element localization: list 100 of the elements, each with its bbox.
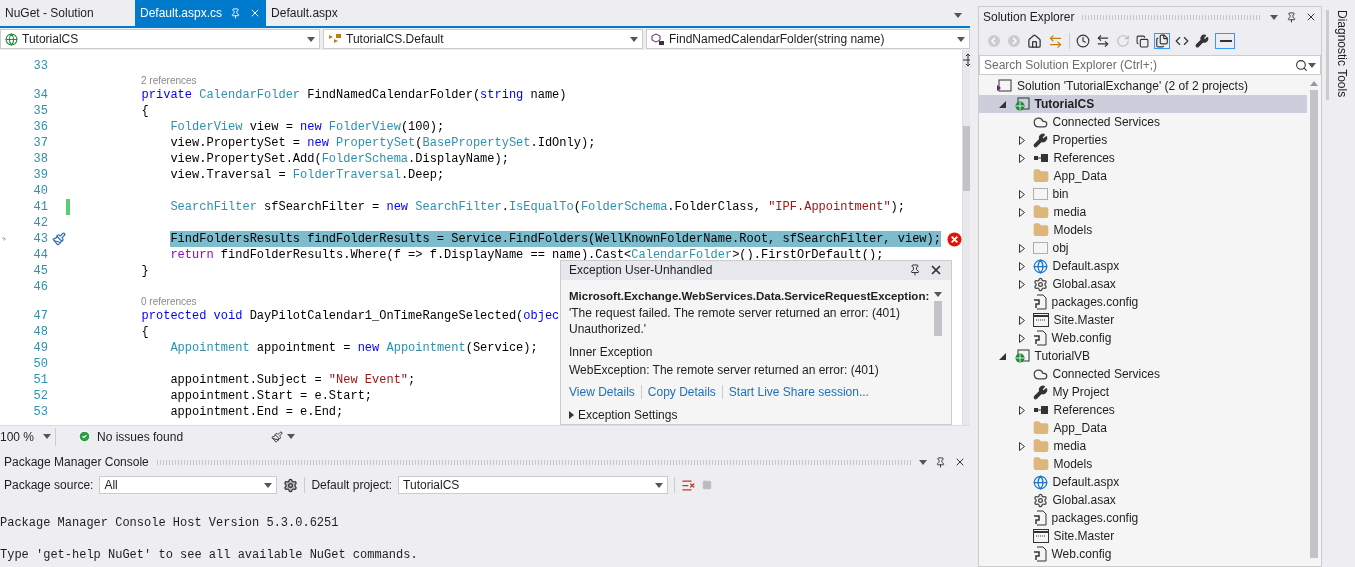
tree-item[interactable]: Global.asax xyxy=(979,275,1307,293)
collapsed-arrow-icon[interactable] xyxy=(1018,405,1025,415)
tree-item[interactable]: Connected Services xyxy=(979,113,1307,131)
tree-item[interactable]: Default.aspx xyxy=(979,473,1307,491)
popup-link[interactable]: Copy Details xyxy=(647,383,716,401)
vertical-scrollbar[interactable] xyxy=(961,50,970,425)
default-project-dropdown[interactable]: TutorialCS xyxy=(398,476,669,494)
line-number: 51 xyxy=(32,372,49,389)
scroll-up-icon xyxy=(934,291,942,297)
collapsed-arrow-icon[interactable] xyxy=(1018,333,1025,343)
code-text: protected void DayPilotCalendar1_OnTimeRangeSelected(objec xyxy=(141,308,560,324)
document-tab[interactable]: NuGet - Solution xyxy=(0,0,135,26)
pin-icon[interactable] xyxy=(935,456,946,468)
line-number: 38 xyxy=(32,151,49,168)
tree-item[interactable]: bin xyxy=(979,185,1307,203)
tree-item[interactable]: media xyxy=(979,437,1307,455)
properties-icon[interactable] xyxy=(1195,34,1209,48)
tree-item[interactable]: References xyxy=(979,149,1307,167)
tree-item[interactable]: App_Data xyxy=(979,419,1307,437)
expanded-arrow-icon[interactable] xyxy=(999,100,1006,108)
document-tab[interactable]: Default.aspx xyxy=(266,0,343,26)
member-dropdown[interactable]: FindNamedCalendarFolder(string name) xyxy=(646,29,970,49)
panel-title: Solution Explorer xyxy=(983,9,1075,26)
tree-item[interactable]: Connected Services xyxy=(979,365,1307,383)
tree-item[interactable]: TutorialCS xyxy=(979,95,1307,113)
class-dropdown[interactable]: TutorialCS.Default xyxy=(323,29,643,49)
scroll-up-icon[interactable] xyxy=(1310,81,1318,86)
close-icon[interactable] xyxy=(1305,11,1317,23)
search-input[interactable]: Search Solution Explorer (Ctrl+;) xyxy=(984,56,1295,74)
tree-item[interactable]: TutorialVB xyxy=(979,347,1307,365)
collapsed-arrow-icon[interactable] xyxy=(1018,261,1025,271)
switch-views-icon[interactable] xyxy=(1048,33,1063,49)
folder-icon xyxy=(1032,420,1049,436)
tree-item[interactable]: packages.config xyxy=(979,293,1307,311)
tree-item[interactable]: Web.config xyxy=(979,545,1307,563)
clear-console-icon[interactable] xyxy=(681,477,697,493)
preview-toggle[interactable] xyxy=(1215,33,1235,49)
exception-type: Microsoft.Exchange.WebServices.Data.ServiceRequestException: xyxy=(569,288,931,304)
tree-item[interactable]: Site.Master xyxy=(979,527,1307,545)
view-code-icon[interactable] xyxy=(1175,34,1189,48)
tree-item[interactable]: packages.config xyxy=(979,509,1307,527)
sync-icon[interactable] xyxy=(1096,34,1110,48)
popup-link[interactable]: Start Live Share session... xyxy=(728,383,869,401)
quick-action-icon[interactable] xyxy=(52,232,66,246)
tree-item[interactable]: Models xyxy=(979,455,1307,473)
tree-item[interactable]: My Project xyxy=(979,383,1307,401)
expand-arrow-icon[interactable] xyxy=(569,411,574,419)
settings-icon[interactable] xyxy=(283,477,299,493)
pin-icon[interactable] xyxy=(909,264,921,277)
show-all-files-icon[interactable] xyxy=(1155,34,1169,48)
collapse-all-icon[interactable] xyxy=(1136,34,1149,48)
collapsed-arrow-icon[interactable] xyxy=(1018,279,1025,289)
project-dropdown[interactable]: TutorialCS xyxy=(0,29,320,49)
code-text: view.Traversal = FolderTraversal.Deep; xyxy=(170,167,445,183)
tree-item[interactable]: Properties xyxy=(979,131,1307,149)
tree-item[interactable]: Site.Master xyxy=(979,311,1307,329)
tree-item[interactable]: Default.aspx xyxy=(979,257,1307,275)
collapsed-arrow-icon[interactable] xyxy=(1018,243,1025,253)
references-icon xyxy=(1032,153,1049,163)
source-label: Package source: xyxy=(4,477,94,494)
code-text: } xyxy=(141,263,149,279)
dropdown-caret-icon xyxy=(630,36,638,42)
popup-scroll-thumb[interactable] xyxy=(934,300,942,336)
exception-message: 'The request failed. The remote server returned an error: (401) Unauthorized.' xyxy=(569,305,901,337)
pending-changes-icon[interactable] xyxy=(1076,34,1090,48)
collapsed-arrow-icon[interactable] xyxy=(1018,207,1025,217)
tree-item[interactable]: Global.asax xyxy=(979,491,1307,509)
cloud-icon xyxy=(1032,114,1048,130)
collapsed-arrow-icon[interactable] xyxy=(1018,441,1025,451)
search-field[interactable]: Search Solution Explorer (Ctrl+;) xyxy=(979,55,1321,75)
zoom-dropdown[interactable]: 100 % xyxy=(0,427,56,446)
pin-icon[interactable] xyxy=(1286,11,1297,23)
tree-item[interactable]: Web.config xyxy=(979,329,1307,347)
error-icon[interactable] xyxy=(946,231,962,247)
line-number: 35 xyxy=(32,103,49,120)
tree-item[interactable]: Solution 'TutorialExchange' (2 of 2 projects) xyxy=(979,77,1307,95)
tree-item[interactable]: obj xyxy=(979,239,1307,257)
split-icon[interactable] xyxy=(962,54,970,66)
line-number: 36 xyxy=(32,119,49,136)
code-lens[interactable]: 0 references xyxy=(141,295,197,308)
scroll-thumb[interactable] xyxy=(962,126,970,191)
line-number: 42 xyxy=(32,215,49,232)
config-file-icon xyxy=(1032,510,1047,526)
home-icon[interactable] xyxy=(1027,33,1042,49)
close-icon[interactable] xyxy=(954,456,966,468)
tree-item[interactable]: App_Data xyxy=(979,167,1307,185)
collapsed-arrow-icon[interactable] xyxy=(1018,153,1025,163)
code-lens[interactable]: 2 references xyxy=(141,74,197,87)
issues-status[interactable]: No issues found xyxy=(97,427,247,446)
collapsed-arrow-icon[interactable] xyxy=(1018,135,1025,145)
collapsed-arrow-icon[interactable] xyxy=(1018,189,1025,199)
expanded-arrow-icon[interactable] xyxy=(999,352,1006,360)
collapsed-arrow-icon[interactable] xyxy=(1018,315,1025,325)
package-source-dropdown[interactable]: All xyxy=(99,476,278,494)
exception-settings[interactable]: Exception Settings xyxy=(578,406,678,424)
popup-link[interactable]: View Details xyxy=(569,383,635,401)
tree-item[interactable]: References xyxy=(979,401,1307,419)
side-panel-tab[interactable]: Diagnostic Tools xyxy=(1326,10,1351,100)
tree-item[interactable]: media xyxy=(979,203,1307,221)
tree-item[interactable]: Models xyxy=(979,221,1307,239)
